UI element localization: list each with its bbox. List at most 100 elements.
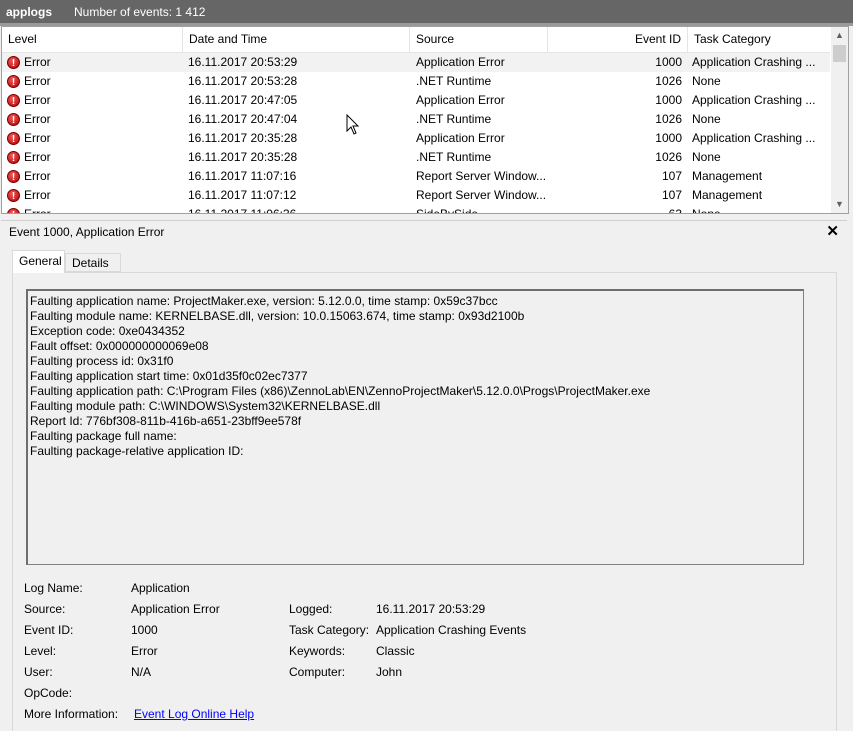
description-line: Faulting application start time: 0x01d35… xyxy=(30,369,308,383)
column-header-source[interactable]: Source xyxy=(410,27,548,52)
description-line: Faulting application name: ProjectMaker.… xyxy=(30,294,498,308)
row-level: Error xyxy=(24,112,51,126)
computer-value: John xyxy=(376,665,403,679)
table-row[interactable]: ! Error 16.11.2017 11:07:16 Report Server… xyxy=(2,167,830,186)
row-source: .NET Runtime xyxy=(416,150,492,164)
row-level: Error xyxy=(24,150,51,164)
chevron-down-icon[interactable]: ▼ xyxy=(831,196,848,213)
column-header-event-id[interactable]: Event ID xyxy=(548,27,688,52)
log-name-title: applogs xyxy=(6,4,53,19)
row-source: .NET Runtime xyxy=(416,112,492,126)
opcode-label: OpCode: xyxy=(24,686,73,700)
row-date: 16.11.2017 20:47:05 xyxy=(188,93,298,107)
column-header-date[interactable]: Date and Time xyxy=(183,27,410,52)
table-row[interactable]: ! Error 16.11.2017 11:07:12 Report Server… xyxy=(2,186,830,205)
row-event-id: 107 xyxy=(661,169,682,183)
detail-title: Event 1000, Application Error xyxy=(9,225,165,239)
user-value: N/A xyxy=(131,665,152,679)
computer-label: Computer: xyxy=(289,665,346,679)
mouse-cursor-icon xyxy=(346,114,360,135)
tab-details[interactable]: Details xyxy=(65,253,121,272)
error-icon: ! xyxy=(7,113,20,126)
table-row[interactable]: ! Error 16.11.2017 20:47:05 Application E… xyxy=(2,91,830,110)
description-line: Faulting application path: C:\Program Fi… xyxy=(30,384,651,398)
row-event-id: 1000 xyxy=(655,93,682,107)
column-header-level[interactable]: Level xyxy=(2,27,183,52)
event-list[interactable]: Level Date and Time Source Event ID Task… xyxy=(1,26,849,214)
table-row[interactable]: ! Error 16.11.2017 20:35:28 .NET Runtime … xyxy=(2,148,830,167)
row-category: None xyxy=(692,150,721,164)
event-description[interactable]: Faulting application name: ProjectMaker.… xyxy=(26,289,804,565)
row-date: 16.11.2017 20:47:04 xyxy=(188,112,298,126)
row-source: Application Error xyxy=(416,93,505,107)
description-line: Faulting process id: 0x31f0 xyxy=(30,354,174,368)
event-log-online-help-link[interactable]: Event Log Online Help xyxy=(134,704,254,725)
description-line: Faulting package full name: xyxy=(30,429,177,443)
error-icon: ! xyxy=(7,94,20,107)
table-row[interactable]: ! Error 16.11.2017 11:06:36 SideBySide 63… xyxy=(2,205,830,214)
event-id-label: Event ID: xyxy=(24,623,74,637)
error-icon: ! xyxy=(7,75,20,88)
source-label: Source: xyxy=(24,602,66,616)
error-icon: ! xyxy=(7,56,20,69)
table-row[interactable]: ! Error 16.11.2017 20:53:29 Application E… xyxy=(2,53,830,72)
row-date: 16.11.2017 11:06:36 xyxy=(188,207,297,214)
row-date: 16.11.2017 20:35:28 xyxy=(188,131,298,145)
level-label: Level: xyxy=(24,644,57,658)
description-line: Faulting module path: C:\WINDOWS\System3… xyxy=(30,399,381,413)
row-category: Management xyxy=(692,188,763,202)
error-icon: ! xyxy=(7,132,20,145)
row-source: SideBySide xyxy=(416,207,479,214)
row-date: 16.11.2017 11:07:16 xyxy=(188,169,297,183)
description-line: Faulting module name: KERNELBASE.dll, ve… xyxy=(30,309,525,323)
error-icon: ! xyxy=(7,170,20,183)
description-line: Report Id: 776bf308-811b-416b-a651-23bff… xyxy=(30,414,302,428)
chevron-up-icon[interactable]: ▲ xyxy=(831,27,848,44)
row-date: 16.11.2017 11:07:12 xyxy=(188,188,297,202)
row-event-id: 63 xyxy=(668,207,682,214)
row-level: Error xyxy=(24,207,51,214)
tab-general[interactable]: General xyxy=(12,250,65,273)
logged-label: Logged: xyxy=(289,602,333,616)
source-value: Application Error xyxy=(131,602,220,616)
description-line: Fault offset: 0x000000000069e08 xyxy=(30,339,209,353)
window-title-bar: applogs Number of events: 1 412 xyxy=(0,0,853,23)
row-level: Error xyxy=(24,74,51,88)
more-information-label: More Information: xyxy=(24,707,119,721)
row-category: Application Crashing ... xyxy=(692,131,816,145)
row-category: Application Crashing ... xyxy=(692,55,816,69)
row-source: Report Server Window... xyxy=(416,188,547,202)
row-level: Error xyxy=(24,188,51,202)
row-level: Error xyxy=(24,93,51,107)
column-header-task-category[interactable]: Task Category xyxy=(688,27,830,52)
table-row[interactable]: ! Error 16.11.2017 20:35:28 Application E… xyxy=(2,129,830,148)
row-source: Application Error xyxy=(416,55,505,69)
table-row[interactable]: ! Error 16.11.2017 20:53:28 .NET Runtime … xyxy=(2,72,830,91)
error-icon: ! xyxy=(7,189,20,202)
event-id-value: 1000 xyxy=(131,623,158,637)
list-scrollbar[interactable]: ▲ ▼ xyxy=(831,27,848,213)
row-event-id: 1000 xyxy=(655,55,682,69)
scrollbar-thumb[interactable] xyxy=(833,45,846,62)
detail-header: Event 1000, Application Error ✕ xyxy=(1,220,847,243)
log-name-label: Log Name: xyxy=(24,581,83,595)
row-source: Report Server Window... xyxy=(416,169,547,183)
logged-value: 16.11.2017 20:53:29 xyxy=(376,602,486,616)
keywords-value: Classic xyxy=(376,644,415,658)
row-category: Management xyxy=(692,169,763,183)
row-event-id: 107 xyxy=(661,188,682,202)
row-date: 16.11.2017 20:35:28 xyxy=(188,150,298,164)
level-value: Error xyxy=(131,644,158,658)
row-level: Error xyxy=(24,55,51,69)
event-rows: ! Error 16.11.2017 20:53:29 Application E… xyxy=(2,53,830,214)
keywords-label: Keywords: xyxy=(289,644,346,658)
table-row[interactable]: ! Error 16.11.2017 20:47:04 .NET Runtime … xyxy=(2,110,830,129)
close-icon[interactable]: ✕ xyxy=(826,222,839,240)
error-icon: ! xyxy=(7,151,20,164)
row-category: None xyxy=(692,74,721,88)
row-event-id: 1000 xyxy=(655,131,682,145)
row-event-id: 1026 xyxy=(655,112,682,126)
row-event-id: 1026 xyxy=(655,74,682,88)
task-category-value: Application Crashing Events xyxy=(376,623,527,637)
row-category: Application Crashing ... xyxy=(692,93,816,107)
